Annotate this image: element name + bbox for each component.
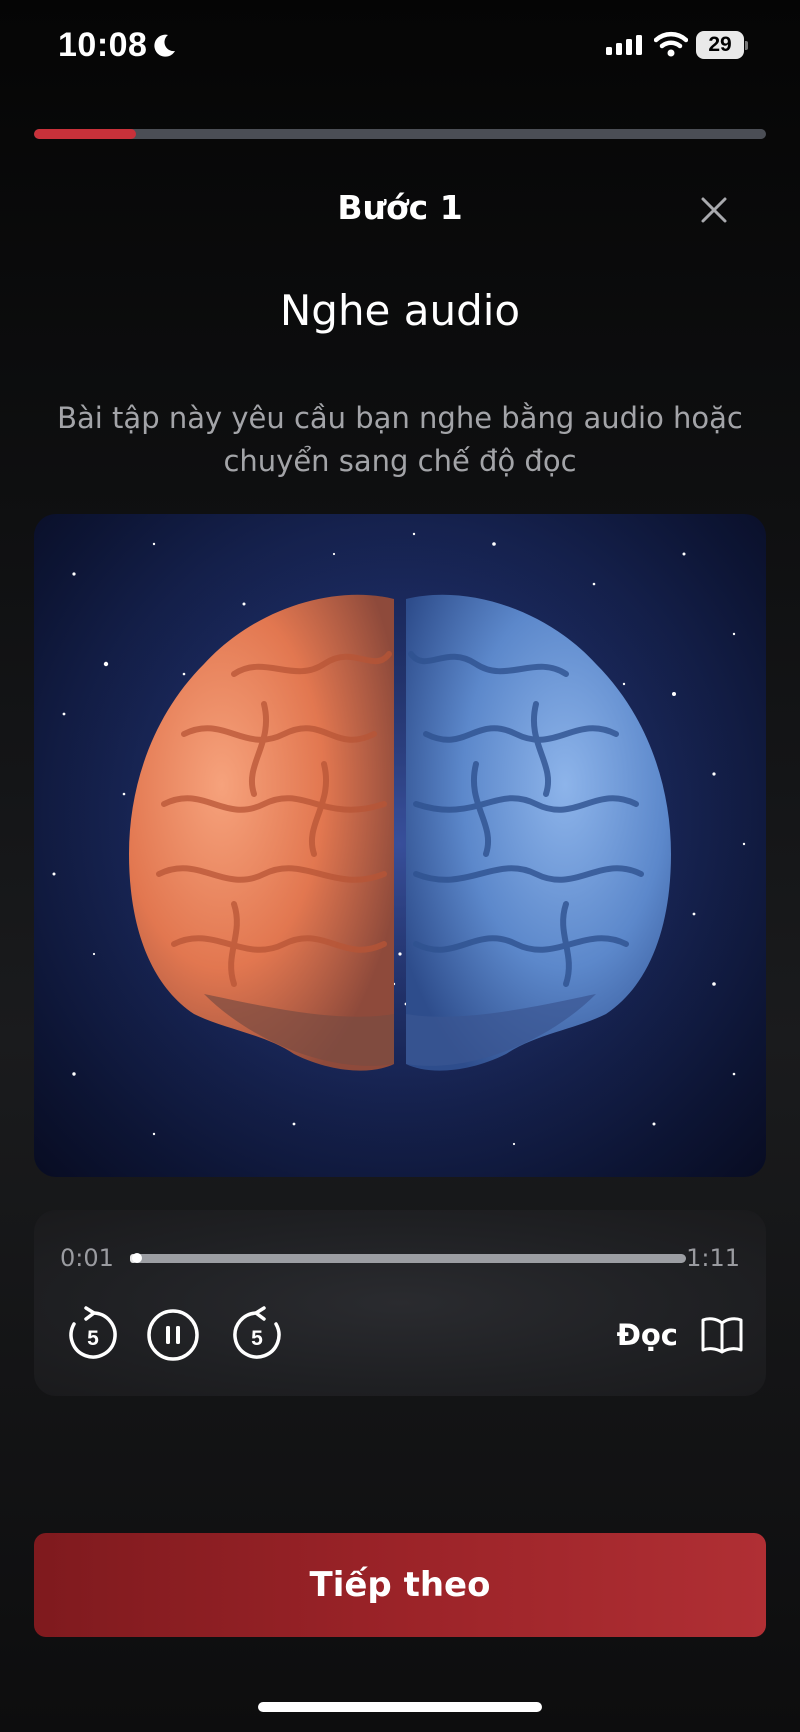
total-time: 1:11 — [686, 1244, 740, 1272]
next-button-label: Tiếp theo — [309, 1565, 491, 1605]
lesson-progress-bar — [34, 129, 766, 139]
audio-player: 0:01 1:11 5 5 Đọc — [34, 1210, 766, 1396]
step-title: Bước 1 — [337, 188, 463, 227]
seek-thumb[interactable] — [131, 1253, 142, 1263]
read-mode-button[interactable]: Đọc — [617, 1310, 744, 1360]
read-mode-label: Đọc — [616, 1318, 678, 1352]
instruction-text: Bài tập này yêu cầu bạn nghe bằng audio … — [57, 401, 743, 478]
status-time: 10:08 — [58, 26, 148, 64]
rewind-5-button[interactable]: 5 — [64, 1306, 122, 1364]
cellular-signal-icon — [606, 35, 642, 55]
rewind-seconds: 5 — [87, 1327, 99, 1350]
page-title: Nghe audio — [279, 286, 521, 335]
battery-indicator: 29 — [696, 31, 748, 59]
book-icon — [701, 1317, 743, 1354]
current-time: 0:01 — [60, 1244, 114, 1272]
wifi-icon — [654, 31, 688, 57]
next-button[interactable]: Tiếp theo — [34, 1533, 766, 1637]
moon-icon — [154, 34, 175, 57]
forward-icon: 5 — [233, 1306, 281, 1359]
pause-icon — [147, 1309, 199, 1361]
close-icon[interactable] — [694, 190, 734, 230]
home-indicator — [258, 1702, 542, 1712]
pause-button[interactable] — [144, 1306, 202, 1364]
battery-level: 29 — [696, 31, 744, 59]
battery-tip — [745, 41, 748, 50]
lesson-progress-fill — [34, 129, 137, 139]
seek-bar[interactable] — [130, 1253, 686, 1263]
rewind-icon: 5 — [69, 1306, 117, 1359]
forward-5-button[interactable]: 5 — [228, 1306, 286, 1364]
brain-illustration — [34, 514, 766, 1177]
status-bar: 10:08 29 — [0, 0, 800, 90]
forward-seconds: 5 — [251, 1327, 263, 1350]
